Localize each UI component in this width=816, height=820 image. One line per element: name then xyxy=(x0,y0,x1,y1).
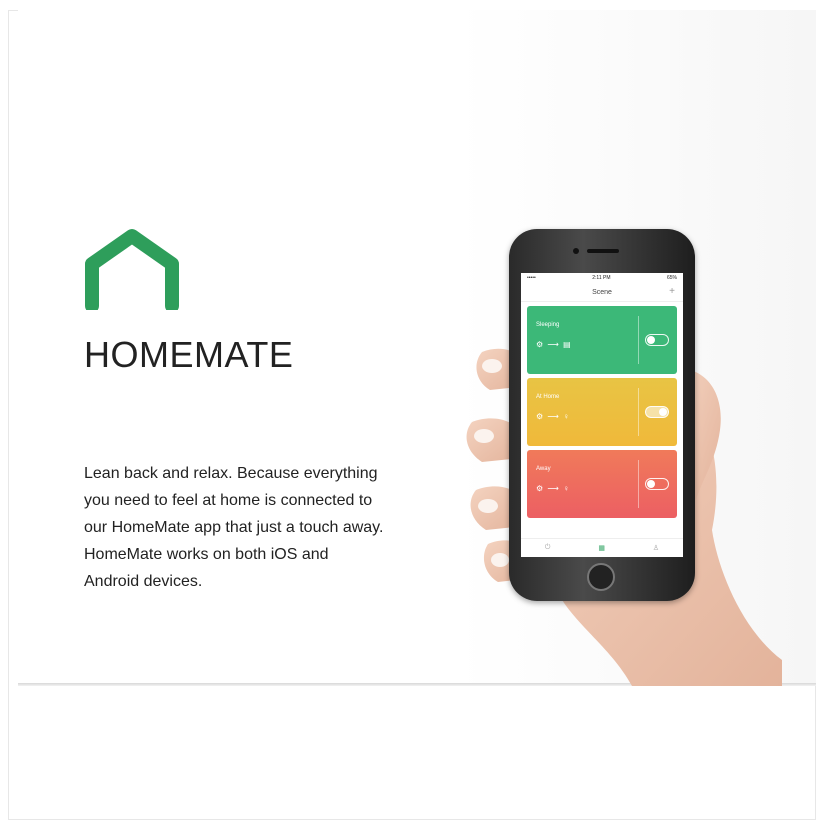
home-button xyxy=(587,563,615,591)
scene-card-away[interactable]: Away ⚙ ⟶ ♀ xyxy=(527,450,677,518)
scene-toggle[interactable] xyxy=(645,406,669,418)
camera-icon xyxy=(573,248,579,254)
smartphone: ••••• 2:11 PM 65% Scene + Sleeping ⚙ ⟶ ▤… xyxy=(509,229,695,601)
add-scene-button[interactable]: + xyxy=(669,286,675,297)
battery-indicator: 65% xyxy=(666,275,677,281)
nav-title: Scene xyxy=(592,288,612,296)
phone-screen: ••••• 2:11 PM 65% Scene + Sleeping ⚙ ⟶ ▤… xyxy=(521,273,683,557)
scene-toggle[interactable] xyxy=(645,334,669,346)
speaker-grille xyxy=(587,249,619,253)
description-line: HomeMate works on both iOS and xyxy=(84,546,329,563)
description-line: our HomeMate app that just a touch away. xyxy=(84,519,384,536)
card-divider xyxy=(638,388,639,436)
scene-card-sleeping[interactable]: Sleeping ⚙ ⟶ ▤ xyxy=(527,306,677,374)
scene-name: Away xyxy=(536,466,551,472)
toggle-knob xyxy=(647,480,655,488)
description-line: Lean back and relax. Because everything xyxy=(84,465,378,482)
scene-name: At Home xyxy=(536,394,560,400)
card-divider xyxy=(638,316,639,364)
scene-card-at-home[interactable]: At Home ⚙ ⟶ ♀ xyxy=(527,378,677,446)
brand-title: HOMEMATE xyxy=(84,334,294,375)
toggle-knob xyxy=(659,408,667,416)
toggle-knob xyxy=(647,336,655,344)
scene-flow-icon: ⚙ ⟶ ♀ xyxy=(536,412,571,421)
app-tab-bar: ⏻ ▦ ♙ xyxy=(521,538,683,557)
status-bar: ••••• 2:11 PM 65% xyxy=(521,273,683,283)
homemate-logo-icon xyxy=(85,229,179,310)
scene-icon[interactable]: ▦ xyxy=(598,544,605,552)
scene-flow-icon: ⚙ ⟶ ▤ xyxy=(536,340,572,349)
profile-icon[interactable]: ♙ xyxy=(653,544,659,552)
signal-indicator: ••••• xyxy=(527,275,536,281)
app-nav-bar: Scene + xyxy=(521,283,683,302)
card-divider xyxy=(638,460,639,508)
product-description: Lean back and relax. Because everything … xyxy=(84,460,424,595)
scene-flow-icon: ⚙ ⟶ ♀ xyxy=(536,484,571,493)
scene-name: Sleeping xyxy=(536,322,560,328)
power-icon[interactable]: ⏻ xyxy=(545,544,551,552)
status-time: 2:11 PM xyxy=(592,275,611,281)
description-line: Android devices. xyxy=(84,573,203,590)
description-line: you need to feel at home is connected to xyxy=(84,492,373,509)
scene-toggle[interactable] xyxy=(645,478,669,490)
